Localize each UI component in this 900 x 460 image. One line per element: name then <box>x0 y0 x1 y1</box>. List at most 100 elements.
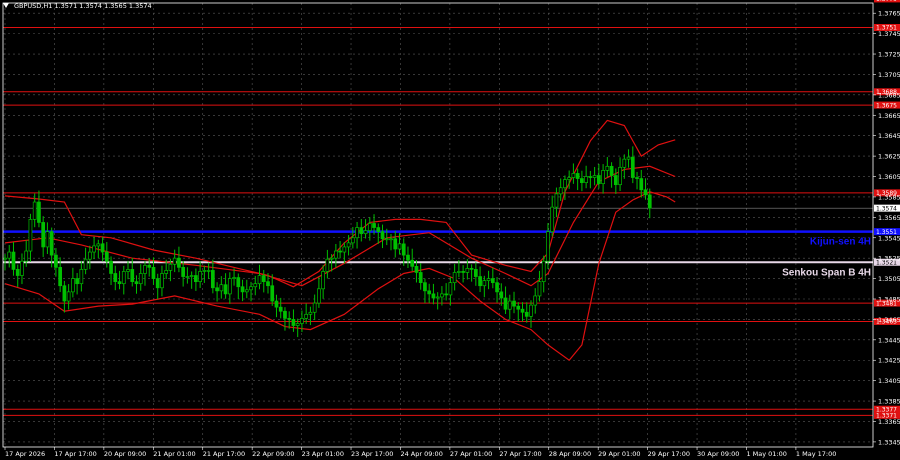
candle-body <box>113 273 118 282</box>
x-tick-label: 24 Apr 09:00 <box>400 450 442 458</box>
candle-body <box>7 251 12 259</box>
candle-body <box>312 302 317 313</box>
candle-body <box>465 268 470 273</box>
candle-body <box>194 275 198 282</box>
candle-body <box>359 227 364 235</box>
candle-body <box>223 284 228 295</box>
y-tick-label: 1.3765 <box>878 10 900 18</box>
candle-body <box>109 260 113 274</box>
candle-body <box>350 237 355 244</box>
candle-body <box>278 306 283 312</box>
candle-body <box>325 258 330 272</box>
candle-body <box>601 170 605 185</box>
candle-body <box>478 276 482 287</box>
price-chart[interactable]: 1.37791.37511.36881.36751.35891.34811.34… <box>0 0 900 460</box>
y-tick-label: 1.3385 <box>878 398 900 406</box>
candle-body <box>274 300 279 308</box>
candle-body <box>32 201 37 220</box>
y-tick-label: 1.3585 <box>878 193 900 201</box>
candle-body <box>414 265 419 273</box>
candle-body <box>440 293 444 298</box>
candle-body <box>3 257 7 260</box>
candle-body <box>20 260 24 276</box>
candle-body <box>155 278 160 289</box>
y-tick-label: 1.3725 <box>878 51 900 59</box>
candle-body <box>630 156 635 178</box>
candle-body <box>550 206 555 232</box>
x-tick-label: 17 Apr 17:00 <box>54 450 96 458</box>
x-tick-label: 29 Apr 17:00 <box>648 450 690 458</box>
candle-body <box>28 219 33 252</box>
x-tick-label: 28 Apr 09:00 <box>549 450 591 458</box>
candle-body <box>96 243 101 247</box>
candle-body <box>143 264 147 274</box>
candle-body <box>71 278 75 293</box>
candle-body <box>490 278 495 284</box>
candle-body <box>584 176 588 183</box>
candle-body <box>372 223 376 228</box>
candle-body <box>189 275 194 277</box>
candle-body <box>181 267 186 277</box>
candle-body <box>37 201 41 223</box>
candle-body <box>75 278 79 285</box>
candle-body <box>469 268 474 270</box>
candle-body <box>11 251 16 270</box>
candle-body <box>134 281 139 285</box>
candle-body <box>452 272 457 284</box>
candle-body <box>329 257 334 260</box>
candle-body <box>117 281 122 285</box>
candle-body <box>410 259 415 267</box>
candle-body <box>558 187 563 195</box>
candle-body <box>121 271 126 285</box>
candle-body <box>160 273 164 289</box>
level-price-label: 1.3779 <box>876 0 897 3</box>
candle-body <box>384 238 389 241</box>
candle-body <box>406 254 410 261</box>
current-price-label: 1.3574 <box>876 205 897 212</box>
candle-body <box>334 250 338 259</box>
candle-body <box>232 277 236 279</box>
candle-body <box>512 300 516 307</box>
candle-body <box>83 258 88 270</box>
candle-body <box>304 313 309 319</box>
candle-body <box>295 323 300 326</box>
candle-body <box>571 173 576 178</box>
candle-body <box>62 285 67 302</box>
symbol-header: GBPUSD,H1 1.3571 1.3574 1.3565 1.3574 <box>14 2 152 10</box>
level-price-label: 1.3675 <box>876 102 897 109</box>
candle-body <box>130 269 135 282</box>
y-tick-label: 1.3685 <box>878 91 900 99</box>
y-tick-label: 1.3745 <box>878 30 900 38</box>
candle-body <box>261 275 266 282</box>
candle-body <box>482 280 487 287</box>
candle-body <box>283 310 287 319</box>
x-tick-label: 1 May 17:00 <box>796 450 836 458</box>
candle-body <box>219 284 224 292</box>
candle-body <box>126 269 130 272</box>
candle-body <box>431 293 436 299</box>
candle-body <box>338 250 342 253</box>
candle-body <box>240 286 245 293</box>
candle-body <box>588 176 593 178</box>
candle-body <box>529 304 533 317</box>
candle-body <box>49 231 54 256</box>
candle-body <box>79 269 84 285</box>
candle-body <box>321 271 325 290</box>
candle-body <box>380 231 385 240</box>
candle-body <box>461 271 465 273</box>
candle-body <box>389 238 393 241</box>
y-tick-label: 1.3705 <box>878 71 900 79</box>
x-tick-label: 21 Apr 01:00 <box>153 450 195 458</box>
candle-body <box>147 264 152 268</box>
candle-body <box>567 177 572 180</box>
candle-body <box>563 179 567 189</box>
candle-body <box>45 231 50 248</box>
candle-body <box>58 267 62 287</box>
candle-body <box>172 257 177 265</box>
candle-body <box>210 270 215 289</box>
y-tick-label: 1.3505 <box>878 275 900 283</box>
candle-body <box>537 281 542 297</box>
candle-body <box>626 156 631 160</box>
y-tick-label: 1.3645 <box>878 132 900 140</box>
candle-body <box>287 318 292 320</box>
